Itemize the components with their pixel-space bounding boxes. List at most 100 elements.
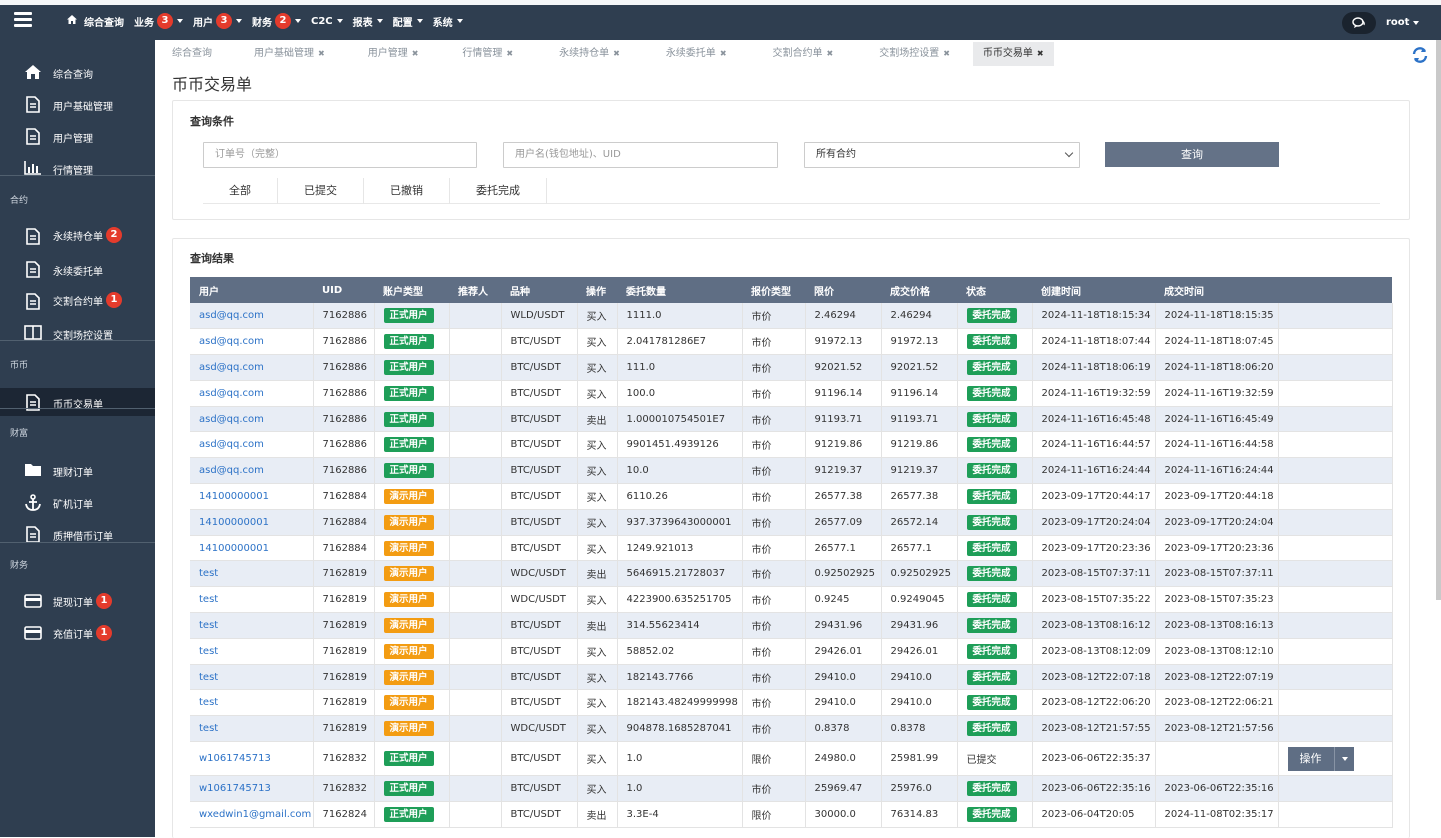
sidebar-item[interactable]: 理财订单 bbox=[0, 456, 155, 484]
close-icon[interactable]: ✖ bbox=[943, 49, 950, 58]
sidebar-item[interactable]: 质押借币订单 bbox=[0, 520, 155, 548]
user-link[interactable]: asd@qq.com bbox=[199, 439, 264, 450]
table-cell: BTC/USDT bbox=[501, 638, 578, 665]
username-input[interactable]: 用户名(钱包地址)、UID bbox=[503, 142, 778, 168]
user-link[interactable]: asd@qq.com bbox=[199, 336, 264, 347]
filter-tab[interactable]: 委托完成 bbox=[450, 178, 547, 204]
tab-item[interactable]: 币币交易单 ✖ bbox=[972, 42, 1054, 66]
user-link[interactable]: 14100000001 bbox=[199, 543, 269, 554]
cell-text: 市价 bbox=[751, 784, 772, 796]
user-link[interactable]: 14100000001 bbox=[199, 517, 269, 528]
sidebar-item-label: 永续持仓单 2 bbox=[53, 227, 122, 243]
user-link[interactable]: test bbox=[199, 568, 218, 579]
close-icon[interactable]: ✖ bbox=[506, 49, 513, 58]
table-cell: 6110.26 bbox=[617, 483, 743, 510]
hamburger-menu-icon[interactable] bbox=[14, 12, 32, 28]
user-menu[interactable]: root bbox=[1386, 17, 1420, 28]
topnav-item[interactable]: 财务 2 bbox=[252, 13, 301, 29]
sidebar-item[interactable]: 行情管理 bbox=[0, 154, 155, 182]
sidebar-item[interactable]: 充值订单 1 bbox=[0, 620, 155, 648]
table-cell: 正式用户 bbox=[374, 354, 450, 381]
sidebar-item[interactable]: 交割场控设置 bbox=[0, 319, 155, 347]
sidebar-item[interactable]: 交割合约单 1 bbox=[0, 287, 155, 315]
table-cell: 买入 bbox=[577, 457, 618, 485]
sidebar-item[interactable]: 永续持仓单 2 bbox=[0, 222, 155, 250]
topnav-item[interactable]: 业务 3 bbox=[134, 13, 183, 29]
user-link[interactable]: asd@qq.com bbox=[199, 465, 264, 476]
user-link[interactable]: test bbox=[199, 646, 218, 657]
tab-item[interactable]: 永续委托单 ✖ bbox=[656, 42, 737, 66]
table-cell: test bbox=[190, 586, 314, 614]
tab-item[interactable]: 行情管理 ✖ bbox=[452, 42, 523, 66]
user-link[interactable]: test bbox=[199, 620, 218, 631]
operation-button[interactable]: 操作 bbox=[1287, 746, 1354, 771]
sidebar-item[interactable]: 用户管理 bbox=[0, 122, 155, 150]
chat-button[interactable] bbox=[1342, 12, 1376, 34]
tab-item[interactable]: 永续持仓单 ✖ bbox=[549, 42, 630, 66]
table-cell: 2023-08-13T08:16:12 bbox=[1032, 612, 1156, 639]
user-link[interactable]: wxedwin1@gmail.com bbox=[199, 809, 311, 820]
table-cell: 正式用户 bbox=[374, 457, 450, 485]
topnav-item[interactable]: 综合查询 bbox=[67, 14, 124, 29]
table-cell: asd@qq.com bbox=[190, 431, 314, 459]
cell-text: 91972.13 bbox=[814, 336, 863, 348]
query-panel-title: 查询条件 bbox=[190, 115, 234, 128]
sidebar-item[interactable]: 用户基础管理 bbox=[0, 90, 155, 118]
cell-text: 7162886 bbox=[322, 387, 368, 399]
cell-text: 7162886 bbox=[322, 439, 368, 451]
tab-label: 币币交易单 bbox=[982, 48, 1033, 59]
refresh-icon[interactable] bbox=[1411, 46, 1429, 64]
table-cell: 25981.99 bbox=[881, 741, 958, 777]
query-button[interactable]: 查询 bbox=[1105, 142, 1279, 167]
sidebar-item[interactable]: 币币交易单 bbox=[0, 388, 155, 416]
table-cell: 92021.52 bbox=[881, 354, 958, 381]
close-icon[interactable]: ✖ bbox=[412, 49, 419, 58]
cell-text: 2024-11-16T16:24:44 bbox=[1164, 465, 1274, 477]
topnav-item[interactable]: 报表 bbox=[353, 14, 383, 29]
tab-item[interactable]: 综合查询 bbox=[162, 42, 222, 66]
tab-item[interactable]: 交割场控设置 ✖ bbox=[869, 42, 960, 66]
sidebar-item[interactable]: 提现订单 1 bbox=[0, 588, 155, 616]
topnav-item[interactable]: 配置 bbox=[393, 14, 423, 29]
sidebar-item[interactable]: 综合查询 bbox=[0, 58, 155, 86]
filter-tab[interactable]: 全部 bbox=[203, 178, 278, 204]
sidebar-item[interactable]: 永续委托单 bbox=[0, 255, 155, 283]
user-link[interactable]: 14100000001 bbox=[199, 491, 269, 502]
user-link[interactable]: test bbox=[199, 594, 218, 605]
user-link[interactable]: asd@qq.com bbox=[199, 388, 264, 399]
user-link[interactable]: asd@qq.com bbox=[199, 310, 264, 321]
cell-text: 2023-08-13T08:16:13 bbox=[1164, 619, 1274, 631]
filter-tab[interactable]: 已撤销 bbox=[364, 178, 450, 204]
table-cell: BTC/USDT bbox=[501, 535, 578, 562]
close-icon[interactable]: ✖ bbox=[720, 49, 727, 58]
user-link[interactable]: w1061745713 bbox=[199, 753, 271, 764]
close-icon[interactable]: ✖ bbox=[1037, 49, 1044, 58]
operation-dropdown-toggle[interactable] bbox=[1333, 746, 1354, 771]
chevron-down-icon bbox=[177, 19, 183, 23]
contract-select[interactable]: 所有合约 bbox=[804, 142, 1080, 168]
page-scrollbar[interactable] bbox=[1436, 40, 1441, 600]
tab-item[interactable]: 用户管理 ✖ bbox=[358, 42, 429, 66]
topnav-item[interactable]: 系统 bbox=[433, 14, 463, 29]
close-icon[interactable]: ✖ bbox=[827, 49, 834, 58]
user-link[interactable]: test bbox=[199, 672, 218, 683]
user-link[interactable]: test bbox=[199, 697, 218, 708]
tab-item[interactable]: 用户基础管理 ✖ bbox=[244, 42, 335, 66]
tab-item[interactable]: 交割合约单 ✖ bbox=[763, 42, 844, 66]
cell-text: 买入 bbox=[586, 467, 607, 479]
table-cell: asd@qq.com bbox=[190, 328, 314, 356]
close-icon[interactable]: ✖ bbox=[318, 49, 325, 58]
filter-tab[interactable]: 已提交 bbox=[278, 178, 364, 204]
table-cell: asd@qq.com bbox=[190, 380, 314, 407]
sidebar-item[interactable]: 矿机订单 bbox=[0, 488, 155, 516]
tab-label: 永续委托单 bbox=[665, 48, 716, 59]
user-link[interactable]: w1061745713 bbox=[199, 783, 271, 794]
close-icon[interactable]: ✖ bbox=[613, 49, 620, 58]
topnav-item[interactable]: 用户 3 bbox=[193, 13, 242, 29]
user-link[interactable]: asd@qq.com bbox=[199, 414, 264, 425]
order-number-input[interactable]: 订单号（完整） bbox=[203, 142, 477, 168]
user-link[interactable]: test bbox=[199, 723, 218, 734]
user-link[interactable]: asd@qq.com bbox=[199, 362, 264, 373]
topnav-item[interactable]: C2C bbox=[311, 16, 343, 27]
account-type-badge: 正式用户 bbox=[383, 385, 434, 401]
